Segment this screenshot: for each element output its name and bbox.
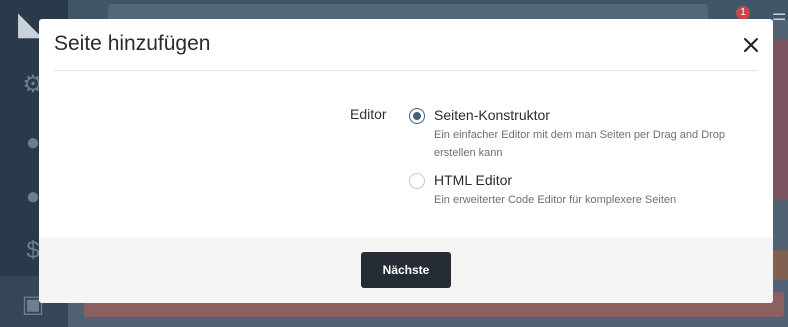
editor-label: Editor xyxy=(350,106,387,122)
next-button[interactable]: Nächste xyxy=(361,252,451,288)
radio-page-builder[interactable] xyxy=(409,108,425,124)
background-panel xyxy=(773,40,788,200)
add-page-modal: Seite hinzufügen Editor Seiten-Konstrukt… xyxy=(39,19,773,303)
search-input[interactable] xyxy=(108,4,708,20)
modal-footer: Nächste xyxy=(39,237,773,303)
radio-html-editor[interactable] xyxy=(409,173,425,189)
option-description: Ein einfacher Editor mit dem man Seiten … xyxy=(434,129,726,159)
close-icon[interactable] xyxy=(739,33,763,57)
option-label: HTML Editor xyxy=(434,172,513,188)
option-description: Ein erweiterter Code Editor für komplexe… xyxy=(434,194,677,206)
app-topbar xyxy=(68,0,788,20)
modal-title: Seite hinzufügen xyxy=(54,32,211,55)
option-label: Seiten-Konstruktor xyxy=(434,107,550,123)
modal-body: Editor Seiten-Konstruktor Ein einfacher … xyxy=(39,71,773,237)
background-panel xyxy=(773,250,788,280)
modal-header: Seite hinzufügen xyxy=(39,19,773,71)
notification-badge[interactable]: 1 xyxy=(736,6,750,20)
